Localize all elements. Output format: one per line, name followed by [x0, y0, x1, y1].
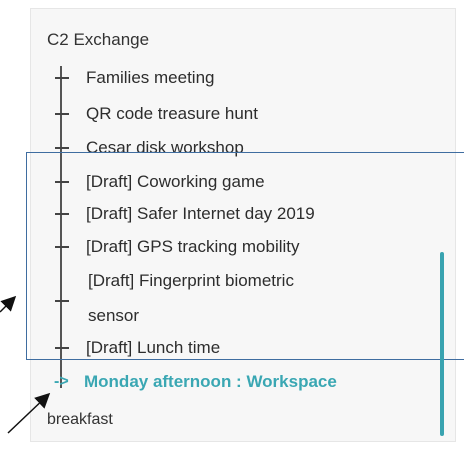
annotation-arrow-upper [0, 295, 17, 313]
annotation-arrows [0, 295, 51, 434]
annotation-arrow-lower [7, 392, 51, 434]
screenshot-canvas: C2 Exchange Families meeting QR code tre… [0, 0, 464, 451]
